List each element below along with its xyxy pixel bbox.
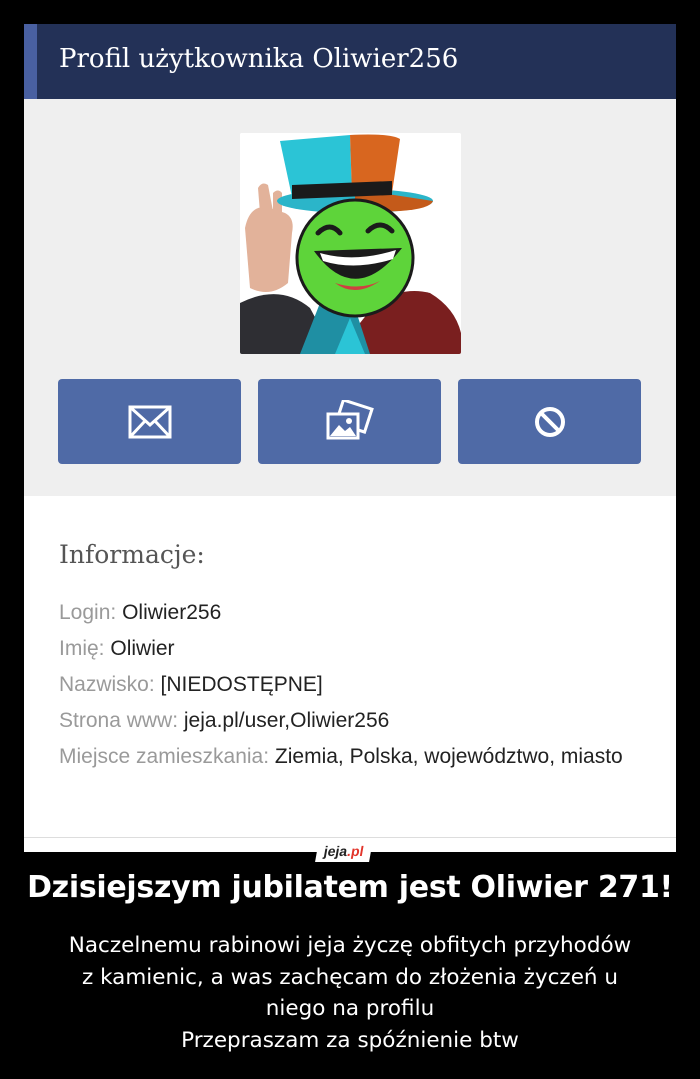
info-row-website: Strona www: jeja.pl/user,Oliwier256 <box>59 703 659 739</box>
divider <box>24 837 676 838</box>
send-message-button[interactable] <box>58 379 241 464</box>
info-label: Imię: <box>59 637 105 660</box>
profile-area <box>24 99 676 496</box>
info-heading: Informacje: <box>59 540 205 569</box>
gallery-icon <box>326 399 374 439</box>
avatar[interactable] <box>240 133 461 354</box>
info-value-link[interactable]: jeja.pl/user,Oliwier256 <box>184 709 389 732</box>
caption-line: Przepraszam za spóźnienie btw <box>181 1027 519 1053</box>
info-row-login: Login: Oliwier256 <box>59 595 659 631</box>
info-label: Strona www: <box>59 709 179 732</box>
header-accent-bar <box>24 24 37 99</box>
info-label: Login: <box>59 601 117 624</box>
caption-line: niego na profilu <box>265 996 435 1021</box>
caption-line: z kamienic, a was zachęcam do złożenia ż… <box>81 964 619 990</box>
info-label: Miejsce zamieszkania: <box>59 745 270 768</box>
info-section: Informacje: Login: Oliwier256 Imię: Oliw… <box>59 536 659 775</box>
gallery-button[interactable] <box>258 379 441 464</box>
logo-domain: .pl <box>345 843 366 859</box>
caption-line: Naczelnemu rabinowi jeja życzę obfitych … <box>68 933 632 958</box>
info-value: Oliwier256 <box>122 601 222 624</box>
logo-text: jeja <box>322 843 349 859</box>
info-row-location: Miejsce zamieszkania: Ziemia, Polska, wo… <box>59 739 659 775</box>
info-label: Nazwisko: <box>59 673 155 696</box>
profile-header: Profil użytkownika Oliwier256 <box>24 24 676 99</box>
avatar-image <box>240 133 461 354</box>
profile-title: Profil użytkownika Oliwier256 <box>59 44 459 74</box>
caption-title: Dzisiejszym jubilatem jest Oliwier 271! <box>27 870 673 905</box>
site-logo: jeja.pl <box>315 840 373 862</box>
profile-card: Profil użytkownika Oliwier256 Informacje… <box>24 24 676 852</box>
info-row-last-name: Nazwisko: [NIEDOSTĘPNE] <box>59 667 659 703</box>
info-value: [NIEDOSTĘPNE] <box>160 673 323 696</box>
caption-text: Naczelnemu rabinowi jeja życzę obfitych … <box>20 930 680 1056</box>
block-user-button[interactable] <box>458 379 641 464</box>
info-value: Ziemia, Polska, województwo, miasto <box>274 745 623 768</box>
info-value: Oliwier <box>110 637 175 660</box>
block-icon <box>534 406 565 437</box>
envelope-icon <box>128 405 171 438</box>
info-row-first-name: Imię: Oliwier <box>59 631 659 667</box>
